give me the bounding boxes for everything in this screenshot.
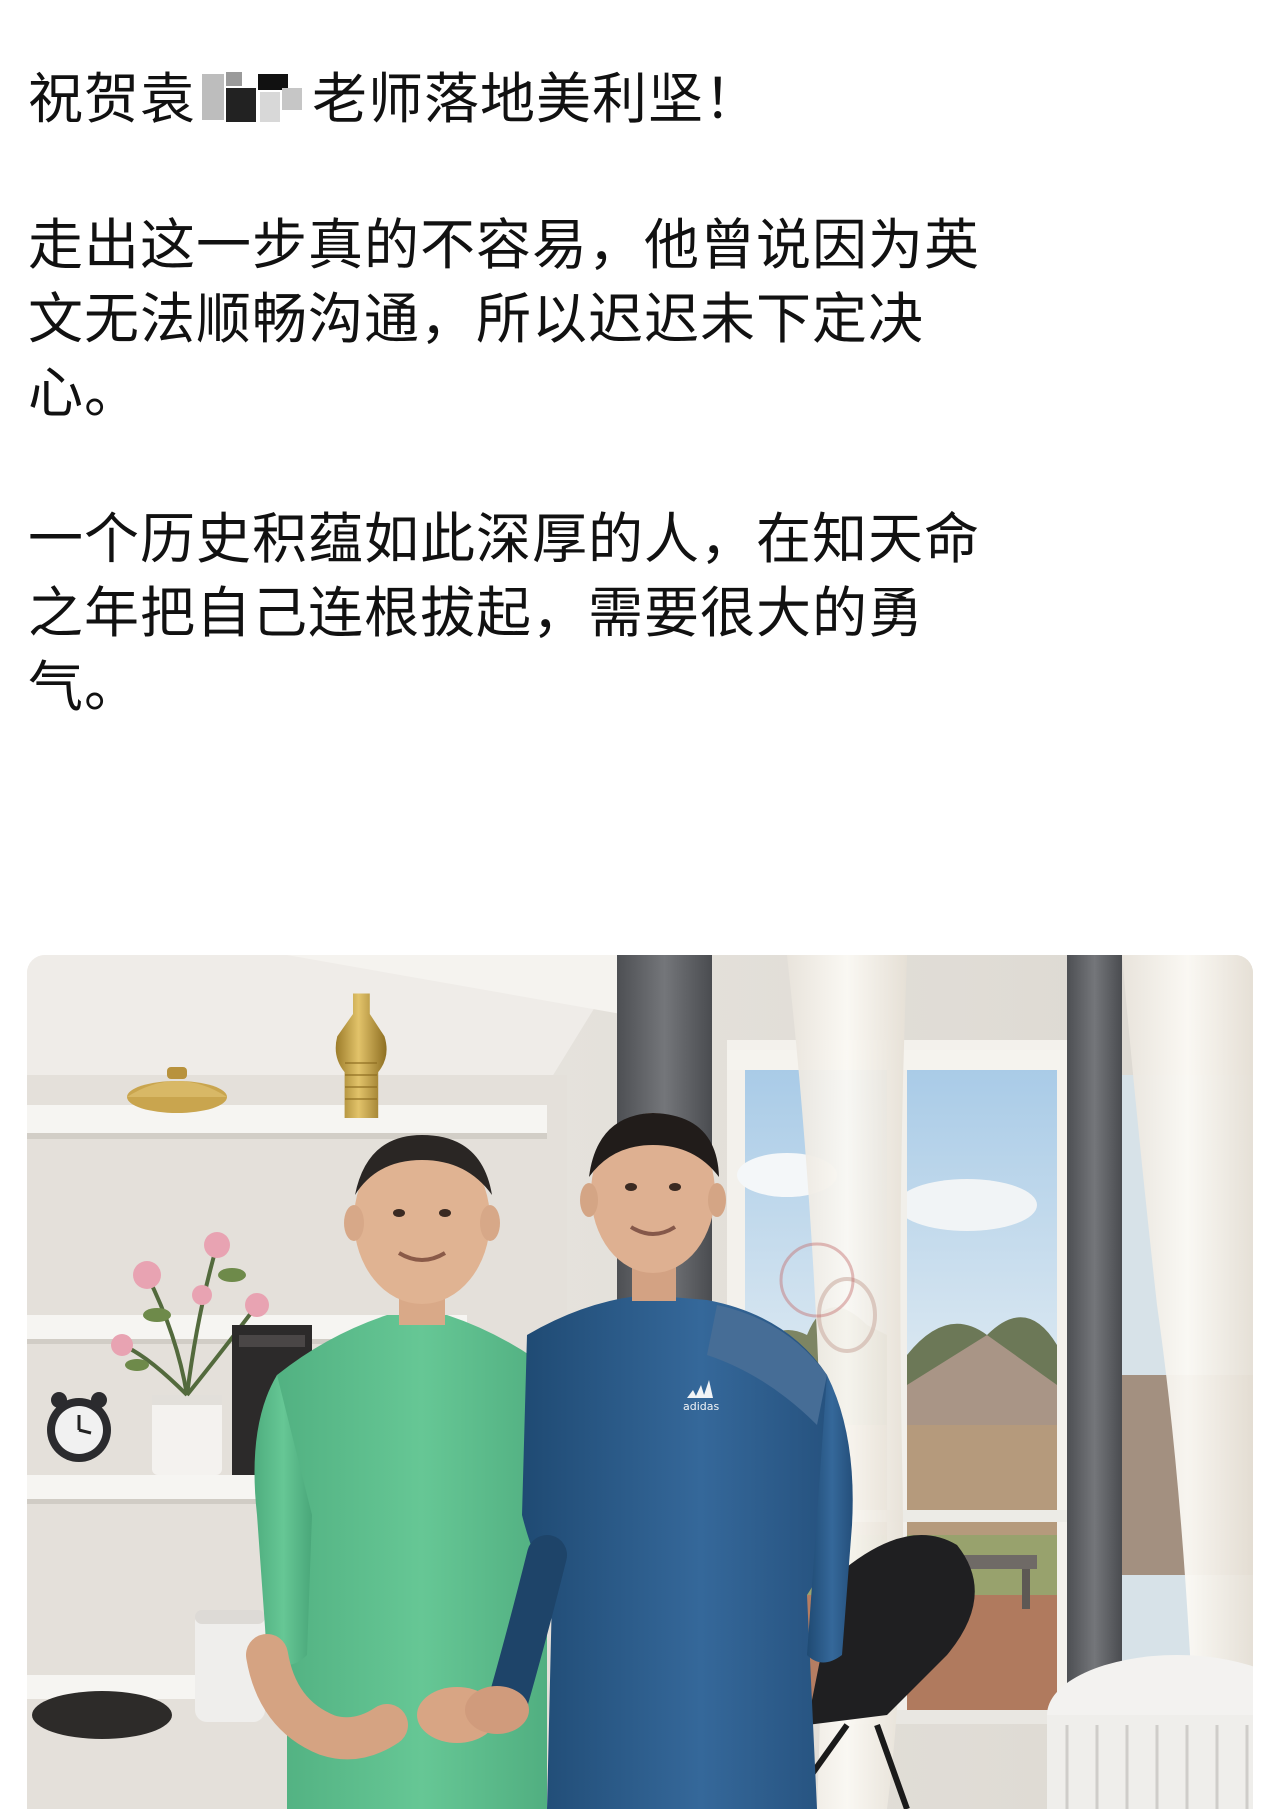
post-photo[interactable]: adidas [27, 955, 1253, 1809]
title-text-before: 祝贺袁 [28, 67, 197, 131]
paragraph-3-line: 一个历史积蕴如此深厚的人，在知天命 [28, 507, 981, 571]
paragraph-3: 一个历史积蕴如此深厚的人，在知天命 之年把自己连根拔起，需要很大的勇 气。 [28, 502, 1248, 724]
redaction-blur [198, 68, 310, 126]
paragraph-2-line: 文无法顺畅沟通，所以迟迟未下定决 [28, 287, 925, 351]
photo-illustration: adidas [27, 955, 1253, 1809]
paragraph-3-line: 气。 [28, 655, 141, 719]
paragraph-3-line: 之年把自己连根拔起，需要很大的勇 [28, 581, 925, 645]
title-text-after: 老师落地美利坚！ [312, 67, 761, 131]
shirt-logo-text: adidas [683, 1400, 720, 1413]
paragraph-2-line: 心。 [28, 361, 141, 425]
paragraph-2: 走出这一步真的不容易，他曾说因为英 文无法顺畅沟通，所以迟迟未下定决 心。 [28, 208, 1248, 430]
post-title: 祝贺袁 老师落地美利坚！ [28, 62, 1248, 136]
post-text: 祝贺袁 老师落地美利坚！ 走出这一步真的不容易，他曾说因为英 文无法顺畅沟通，所… [28, 62, 1248, 724]
paragraph-2-line: 走出这一步真的不容易，他曾说因为英 [28, 213, 981, 277]
